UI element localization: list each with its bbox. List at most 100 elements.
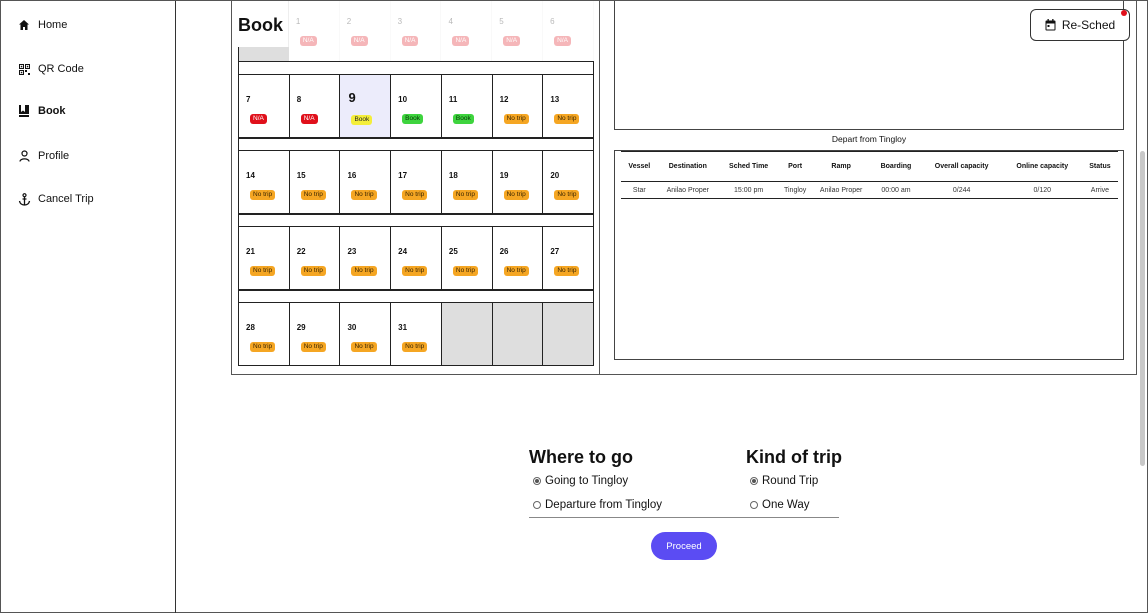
proceed-button[interactable]: Proceed [651,532,717,560]
calendar-day[interactable]: 6 N/A [543,1,595,61]
trips-column-header: Boarding [871,151,921,182]
calendar-day-number: 2 [346,17,352,26]
availability-badge: No trip [503,114,529,124]
sidebar-item-cancel-trip[interactable]: Cancel Trip [17,192,94,206]
calendar-day-number: 18 [448,171,458,180]
radio-round-trip[interactable]: Round Trip [750,475,818,487]
calendar-day[interactable]: 26 No trip [493,227,544,289]
where-to-go-title: Where to go [529,447,633,467]
booking-panel: 1 N/A 2 N/A 3 N/A 4 N/A 5 N/A 6 N/A 7 N/A 8 N/A 9 Book 10 B… [231,1,1137,375]
calendar-day[interactable]: 13 No trip [543,75,593,137]
notification-dot [1121,10,1127,16]
availability-badge: N/A [452,36,470,46]
availability-badge: Book [402,114,423,124]
calendar-icon [1045,19,1056,31]
radio-departure-from-tingloy[interactable]: Departure from Tingloy [533,499,662,511]
calendar-day[interactable]: 2 N/A [340,1,391,61]
table-cell: Anilao Proper [811,181,872,199]
calendar-day[interactable]: 20 No trip [543,151,593,213]
calendar-day-number: 9 [348,90,356,105]
calendar-day[interactable]: 25 No trip [442,227,493,289]
calendar-day[interactable]: 16 No trip [340,151,392,213]
calendar-day[interactable]: 31 No trip [391,303,442,365]
calendar-day[interactable]: 24 No trip [391,227,442,289]
calendar-day[interactable]: 28 No trip [239,303,290,365]
calendar-day-number: 12 [499,95,509,104]
availability-badge: No trip [402,190,428,200]
calendar-day[interactable]: 29 No trip [290,303,341,365]
radio-indicator[interactable] [533,477,541,485]
trips-column-header: Destination [657,151,718,182]
radio-indicator[interactable] [750,501,758,509]
calendar-week-row: 7 N/A 8 N/A 9 Book 10 Book 11 Book 12 No trip 13 No t… [238,74,594,138]
calendar-day-number: 15 [296,171,306,180]
availability-badge: N/A [401,36,419,46]
radio-indicator[interactable] [750,477,758,485]
calendar-day[interactable]: 10 Book [391,75,442,137]
calendar-day-number: 30 [347,323,357,332]
availability-badge: No trip [402,266,428,276]
calendar-day[interactable]: 11 Book [442,75,493,137]
availability-badge: No trip [452,266,479,276]
page-title: Book [238,15,283,35]
table-cell: Star [621,181,658,199]
calendar-day-number: 26 [499,247,509,256]
availability-badge: N/A [503,36,521,46]
trips-table: Vessel Destination Sched Time Port Ramp Board… [621,151,1118,199]
calendar-day[interactable]: 4 N/A [441,1,493,61]
sidebar-item-label: Book [38,105,66,117]
sidebar-item-label: Cancel Trip [38,193,94,205]
table-cell: 15:00 pm [717,181,780,199]
radio-indicator[interactable] [533,501,541,509]
radio-one-way[interactable]: One Way [750,499,810,511]
calendar-day[interactable]: 23 No trip [340,227,392,289]
sidebar-item-home[interactable]: Home [17,18,67,32]
radio-going-to-tingloy[interactable]: Going to Tingloy [533,475,628,487]
sidebar-item-book[interactable]: Book [17,104,66,118]
calendar-day-number: 20 [550,171,560,180]
trips-column-header: Online capacity [1002,151,1082,182]
resched-button[interactable]: Re-Sched [1030,9,1130,41]
calendar-day[interactable]: 1 N/A [289,1,340,61]
calendar-day[interactable]: 3 N/A [391,1,442,61]
table-row[interactable]: Star Anilao Proper 15:00 pm Tingloy Anilao P… [621,181,1118,199]
calendar-day[interactable]: 7 N/A [239,75,290,137]
availability-badge: No trip [503,266,529,276]
calendar-day-number: 23 [347,247,357,256]
calendar-day[interactable]: 17 No trip [391,151,442,213]
availability-badge: No trip [250,190,276,200]
calendar-day-number: 11 [448,95,458,104]
sidebar-item-profile[interactable]: Profile [17,149,69,163]
calendar-week-row: 21 No trip 22 No trip 23 No trip 24 No trip 25 No… [238,226,594,290]
calendar-week-separator [238,61,594,74]
calendar: 1 N/A 2 N/A 3 N/A 4 N/A 5 N/A 6 N/A 7 N/A 8 N/A 9 Book 10 B… [238,1,595,368]
calendar-day-number: 4 [448,17,453,26]
calendar-day[interactable]: 22 No trip [290,227,341,289]
trips-column-header: Sched Time [717,151,780,182]
calendar-day[interactable]: 30 No trip [340,303,392,365]
table-cell: 0/244 [920,181,1003,199]
calendar-day-number: 29 [296,323,306,332]
calendar-day[interactable]: 9 Book [340,75,392,137]
scrollbar[interactable] [1140,151,1145,466]
trips-column-header: Status [1081,151,1118,182]
calendar-day[interactable]: 8 N/A [290,75,341,137]
availability-badge: Book [452,114,474,124]
calendar-day-number: 28 [246,323,255,332]
calendar-day[interactable]: 5 N/A [492,1,544,61]
calendar-day-number: 19 [499,171,509,180]
sidebar-item-label: QR Code [38,63,84,75]
calendar-day[interactable]: 19 No trip [493,151,544,213]
calendar-day[interactable]: 18 No trip [442,151,493,213]
calendar-day[interactable]: 21 No trip [239,227,290,289]
calendar-day-number: 3 [397,17,403,26]
calendar-day[interactable]: 27 No trip [543,227,593,289]
calendar-day-number: 25 [448,247,458,256]
trips-column-header: Vessel [621,151,658,182]
calendar-day[interactable]: 12 No trip [493,75,544,137]
calendar-day[interactable]: 14 No trip [239,151,290,213]
calendar-day[interactable]: 15 No trip [290,151,341,213]
form-divider [529,517,839,518]
sidebar-item-qr-code[interactable]: QR Code [17,62,84,76]
calendar-week-row: 28 No trip 29 No trip 30 No trip 31 No trip [238,302,594,366]
